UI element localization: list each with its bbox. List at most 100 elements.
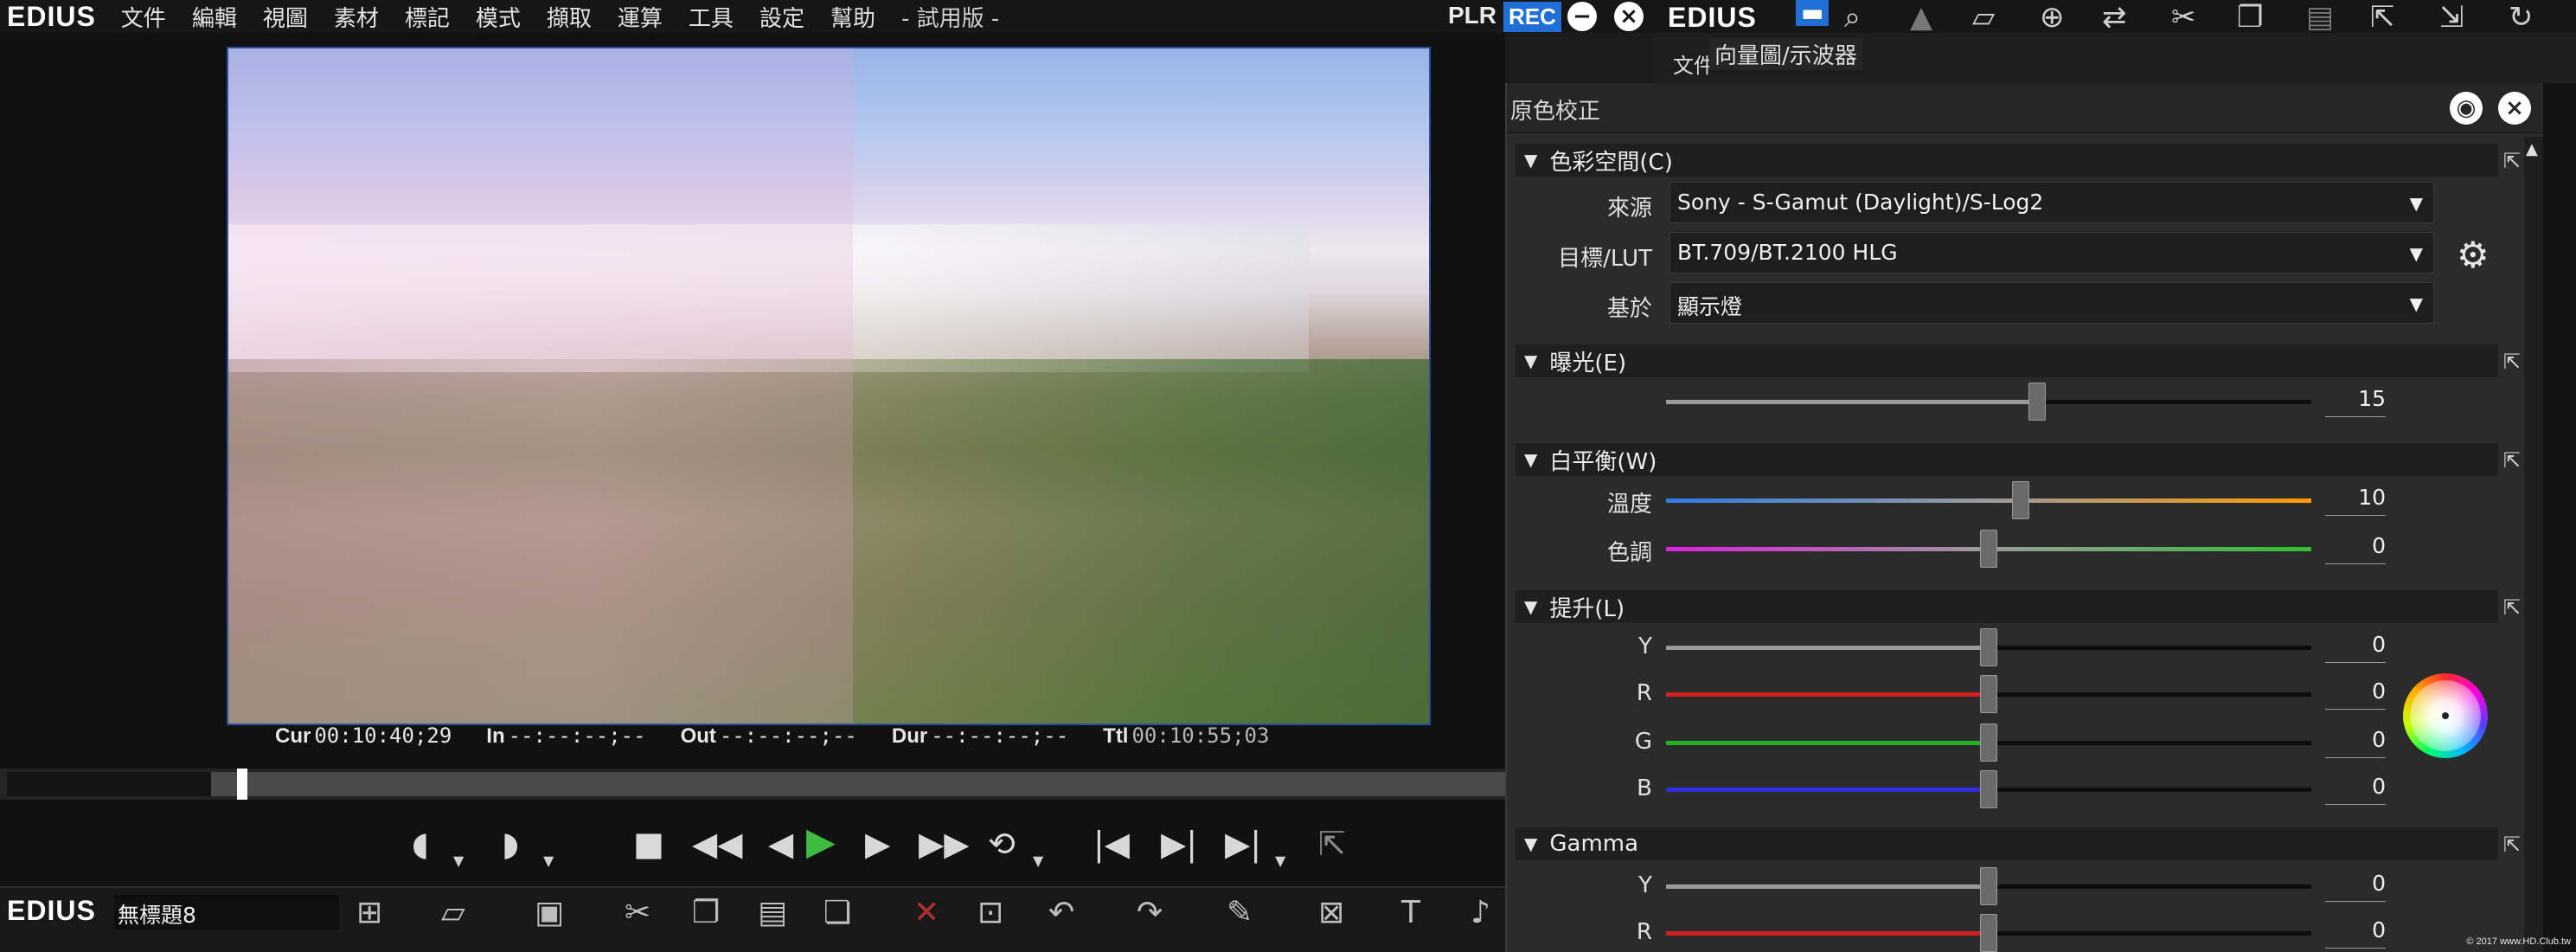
menu-settings[interactable]: 設定 bbox=[747, 1, 817, 33]
replace-icon[interactable]: ⇄ bbox=[2102, 0, 2127, 35]
popout-icon[interactable]: ⇱ bbox=[2503, 595, 2521, 620]
fast-forward-icon[interactable]: ▶▶ bbox=[919, 827, 969, 860]
lift-r-value[interactable]: 0 bbox=[2325, 679, 2386, 710]
scrub-bar[interactable] bbox=[0, 769, 1505, 800]
menu-edit[interactable]: 編輯 bbox=[179, 1, 250, 33]
collapse-arrow-icon[interactable]: ▼ bbox=[1524, 596, 1537, 617]
rec-toggle[interactable]: REC bbox=[1503, 2, 1561, 32]
temperature-value[interactable]: 10 bbox=[2325, 485, 2386, 516]
slider-thumb[interactable] bbox=[1980, 675, 1997, 713]
delete-icon[interactable]: ✕ bbox=[913, 895, 939, 930]
popout-icon[interactable]: ⇱ bbox=[2503, 833, 2521, 857]
lift-b-slider[interactable] bbox=[1666, 770, 2311, 808]
based-on-dropdown[interactable]: 顯示燈 ▼ bbox=[1669, 282, 2434, 324]
stop-icon[interactable]: ■ bbox=[633, 827, 664, 860]
save-icon[interactable]: ▣ bbox=[535, 895, 564, 930]
set-in-icon[interactable]: ◖ bbox=[412, 827, 429, 860]
set-out-icon[interactable]: ◗ bbox=[502, 827, 519, 860]
slider-thumb[interactable] bbox=[2012, 481, 2030, 519]
add-clip-icon[interactable]: ⊕ bbox=[2040, 0, 2065, 35]
minimize-icon[interactable]: − bbox=[1567, 2, 1597, 31]
collapse-arrow-icon[interactable]: ▼ bbox=[1524, 449, 1537, 470]
slider-thumb[interactable] bbox=[2028, 383, 2046, 421]
slider-thumb[interactable] bbox=[1980, 724, 1997, 762]
step-forward-icon[interactable]: ▶ bbox=[865, 827, 890, 860]
undo-icon[interactable]: ↶ bbox=[1048, 895, 1074, 930]
redo-icon[interactable]: ↷ bbox=[1137, 895, 1163, 930]
lift-color-wheel[interactable] bbox=[2403, 673, 2488, 758]
folder-icon[interactable]: ▬ bbox=[1796, 0, 1829, 26]
menu-render[interactable]: 運算 bbox=[605, 1, 676, 33]
tint-slider[interactable] bbox=[1666, 530, 2311, 568]
menu-tools[interactable]: 工具 bbox=[676, 1, 747, 33]
menu-help[interactable]: 幫助 bbox=[817, 1, 888, 33]
section-exposure[interactable]: ▼ 曝光(E) ⇱ bbox=[1515, 344, 2521, 377]
lift-y-value[interactable]: 0 bbox=[2325, 632, 2386, 663]
copy-icon[interactable]: ❐ bbox=[692, 895, 720, 930]
source-dropdown[interactable]: Sony - S-Gamut (Daylight)/S-Log2 ▼ bbox=[1669, 182, 2434, 223]
insert-icon[interactable]: ▶| bbox=[1225, 827, 1261, 860]
lift-r-slider[interactable] bbox=[1666, 675, 2311, 713]
plr-toggle[interactable]: PLR bbox=[1448, 2, 1496, 29]
gamma-r-value[interactable]: 0 bbox=[2325, 917, 2386, 949]
playhead[interactable] bbox=[236, 769, 247, 800]
slider-thumb[interactable] bbox=[1980, 530, 1997, 568]
menu-mode[interactable]: 模式 bbox=[463, 1, 534, 33]
go-to-in-icon[interactable]: |◀ bbox=[1093, 827, 1130, 860]
lift-g-value[interactable]: 0 bbox=[2325, 727, 2386, 758]
search-icon[interactable]: ⌕ bbox=[1844, 0, 1861, 35]
gear-icon[interactable]: ⚙ bbox=[2457, 234, 2489, 276]
chevron-down-icon[interactable]: ▼ bbox=[543, 845, 554, 878]
popout-icon[interactable]: ⇱ bbox=[2503, 149, 2521, 173]
gamma-y-value[interactable]: 0 bbox=[2325, 871, 2386, 902]
send-icon[interactable]: ⇲ bbox=[2439, 0, 2464, 35]
tab-file-partial[interactable]: 文件 bbox=[1673, 48, 1714, 79]
popout-icon[interactable]: ⇱ bbox=[2503, 448, 2521, 473]
title-icon[interactable]: T bbox=[1401, 895, 1420, 930]
gamma-r-slider[interactable] bbox=[1666, 914, 2311, 952]
exposure-value[interactable]: 15 bbox=[2325, 386, 2386, 417]
temperature-slider[interactable] bbox=[1666, 481, 2311, 519]
microphone-icon[interactable]: ♪ bbox=[1471, 895, 1490, 930]
paste-special-icon[interactable]: ❏ bbox=[823, 895, 851, 930]
open-folder-icon[interactable]: ▱ bbox=[441, 895, 465, 930]
close-icon[interactable]: × bbox=[1614, 2, 1644, 31]
export-icon[interactable]: ⇱ bbox=[1318, 827, 1346, 860]
crop-icon[interactable]: ⊠ bbox=[1318, 895, 1344, 930]
section-white-balance[interactable]: ▼ 白平衡(W) ⇱ bbox=[1515, 443, 2521, 476]
lift-y-slider[interactable] bbox=[1666, 628, 2311, 666]
section-color-space[interactable]: ▼ 色彩空間(C) ⇱ bbox=[1515, 144, 2521, 177]
go-to-out-icon[interactable]: ▶| bbox=[1161, 827, 1197, 860]
close-icon[interactable]: × bbox=[2498, 92, 2531, 125]
section-gamma[interactable]: ▼ Gamma ⇱ bbox=[1515, 827, 2521, 860]
chevron-down-icon[interactable]: ▼ bbox=[1275, 845, 1285, 878]
lift-b-value[interactable]: 0 bbox=[2325, 774, 2386, 805]
tint-value[interactable]: 0 bbox=[2325, 533, 2386, 564]
step-back-icon[interactable]: ◀ bbox=[768, 827, 793, 860]
collapse-arrow-icon[interactable]: ▼ bbox=[1524, 150, 1537, 170]
slider-thumb[interactable] bbox=[1980, 914, 1997, 952]
panel-scrollbar[interactable]: ▲ bbox=[2524, 137, 2543, 952]
collapse-arrow-icon[interactable]: ▼ bbox=[1524, 833, 1537, 854]
gamma-y-slider[interactable] bbox=[1666, 867, 2311, 905]
target-dropdown[interactable]: BT.709/BT.2100 HLG ▼ bbox=[1669, 232, 2434, 273]
menu-view[interactable]: 視圖 bbox=[250, 1, 321, 33]
open-folder-icon[interactable]: ▱ bbox=[1972, 0, 1995, 35]
sequence-icon[interactable]: ⊞ bbox=[356, 895, 382, 930]
rewind-icon[interactable]: ◀◀ bbox=[692, 827, 742, 860]
ripple-delete-icon[interactable]: ⊡ bbox=[977, 895, 1003, 930]
slider-thumb[interactable] bbox=[1980, 628, 1997, 666]
chevron-down-icon[interactable]: ▼ bbox=[1033, 845, 1043, 878]
pen-icon[interactable]: ✎ bbox=[1227, 895, 1253, 930]
menu-clip[interactable]: 素材 bbox=[321, 1, 392, 33]
copy-icon[interactable]: ❐ bbox=[2237, 0, 2263, 35]
section-lift[interactable]: ▼ 提升(L) ⇱ bbox=[1515, 590, 2521, 623]
cut-icon[interactable]: ✂ bbox=[625, 895, 650, 930]
up-icon[interactable]: ▲ bbox=[1910, 0, 1932, 35]
slider-thumb[interactable] bbox=[1980, 770, 1997, 808]
reset-icon[interactable]: ◉ bbox=[2450, 92, 2483, 125]
play-icon[interactable]: ▶ bbox=[806, 823, 836, 861]
menu-marker[interactable]: 標記 bbox=[392, 1, 463, 33]
menu-file[interactable]: 文件 bbox=[108, 1, 179, 33]
menu-capture[interactable]: 擷取 bbox=[534, 1, 605, 33]
